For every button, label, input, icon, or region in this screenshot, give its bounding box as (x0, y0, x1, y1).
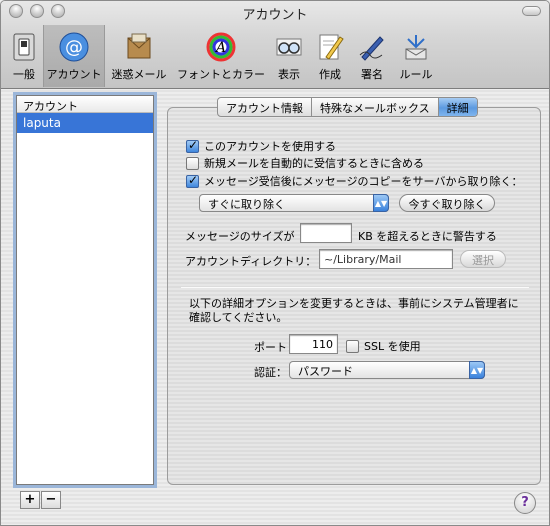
svg-text:A: A (214, 40, 226, 56)
remove-account-button[interactable]: − (41, 491, 61, 509)
account-directory-label: アカウントディレクトリ： (185, 255, 317, 268)
toolbar-fonts-colors[interactable]: A フォントとカラー (173, 25, 269, 87)
checkbox-checked-icon (186, 138, 199, 153)
remove-copy-checkbox[interactable]: メッセージ受信後にメッセージのコピーをサーバから取り除く： (186, 173, 522, 189)
rules-icon (405, 35, 427, 60)
port-input[interactable]: 110 (289, 334, 338, 354)
at-sign-icon: @ (59, 32, 89, 62)
popup-value: すぐに取り除く (208, 198, 285, 211)
toolbar-junk-mail[interactable]: 迷惑メール (105, 25, 173, 87)
toolbar-label: ルール (399, 68, 433, 81)
signature-pen-icon (359, 36, 384, 61)
size-input[interactable] (300, 223, 352, 243)
toolbar-label: 迷惑メール (111, 68, 167, 81)
account-list-header: アカウント (17, 96, 153, 113)
size-label: メッセージのサイズが (185, 230, 295, 243)
enable-account-checkbox[interactable]: このアカウントを使用する (186, 138, 336, 154)
toolbar-signatures[interactable]: 署名 (351, 25, 393, 87)
toolbar-label: アカウント (46, 68, 102, 81)
account-list[interactable]: アカウント laputa (16, 95, 154, 485)
remove-when-popup[interactable]: すぐに取り除く ▲▼ (199, 194, 389, 212)
checkbox-unchecked-icon (346, 339, 359, 353)
toolbar-view[interactable]: 表示 (269, 25, 309, 87)
toolbar-accounts[interactable]: @ アカウント (43, 25, 105, 87)
toolbar-label: 署名 (361, 68, 383, 81)
toolbar-general[interactable]: 一般 (5, 25, 43, 87)
junk-mail-icon (127, 33, 151, 59)
popup-arrows-icon: ▲▼ (469, 361, 485, 379)
checkbox-label: メッセージ受信後にメッセージのコピーをサーバから取り除く： (204, 175, 523, 188)
compose-pencil-icon (319, 34, 344, 60)
toolbar-label: 一般 (13, 68, 35, 81)
divider (181, 287, 529, 288)
choose-directory-button[interactable]: 選択 (460, 250, 506, 268)
use-ssl-checkbox[interactable]: SSL を使用 (346, 338, 421, 354)
account-list-item[interactable]: laputa (17, 113, 153, 133)
authentication-label: 認証： (254, 366, 287, 379)
window-title: アカウント (242, 8, 308, 23)
checkbox-label: SSL を使用 (364, 340, 421, 353)
toolbar: 一般 @ アカウント 迷惑メール A フォントとカラー 表示 作成 署名 ルール (5, 25, 439, 87)
toolbar-label: 表示 (278, 68, 300, 81)
tab-account-info[interactable]: アカウント情報 (218, 98, 312, 116)
checkbox-checked-icon (186, 173, 199, 188)
tab-advanced[interactable]: 詳細 (438, 98, 477, 116)
tab-special-mailboxes[interactable]: 特殊なメールボックス (312, 98, 439, 116)
account-directory-field[interactable]: ~/Library/Mail (319, 249, 453, 269)
add-account-button[interactable]: + (20, 491, 40, 509)
help-button[interactable]: ? (514, 492, 536, 514)
toolbar-compose[interactable]: 作成 (309, 25, 351, 87)
popup-value: パスワード (298, 365, 353, 378)
general-switch-icon (13, 33, 35, 61)
checkbox-label: このアカウントを使用する (204, 140, 336, 153)
toolbar-rules[interactable]: ルール (393, 25, 439, 87)
authentication-popup[interactable]: パスワード ▲▼ (289, 361, 485, 379)
checkbox-unchecked-icon (186, 156, 199, 170)
admin-notice-text: 以下の詳細オプションを変更するときは、事前にシステム管理者に確認してください。 (189, 297, 519, 324)
popup-arrows-icon: ▲▼ (373, 194, 389, 212)
remove-now-button[interactable]: 今すぐ取り除く (399, 194, 495, 212)
tab-bar: アカウント情報 特殊なメールボックス 詳細 (217, 97, 478, 117)
title-bar: アカウント 一般 @ アカウント 迷惑メール A フォントとカラー 表示 作成 … (1, 1, 549, 89)
svg-text:@: @ (65, 37, 83, 58)
include-new-mail-checkbox[interactable]: 新規メールを自動的に受信するときに含める (186, 155, 424, 171)
size-suffix-label: KB を超えるときに警告する (358, 230, 497, 243)
checkbox-label: 新規メールを自動的に受信するときに含める (204, 157, 424, 170)
toolbar-toggle-button[interactable] (522, 6, 541, 16)
preferences-window: アカウント 一般 @ アカウント 迷惑メール A フォントとカラー 表示 作成 … (0, 0, 550, 526)
color-letter-icon: A (206, 32, 236, 62)
toolbar-label: 作成 (319, 68, 341, 81)
toolbar-label: フォントとカラー (177, 68, 265, 81)
view-glasses-icon (276, 38, 302, 56)
